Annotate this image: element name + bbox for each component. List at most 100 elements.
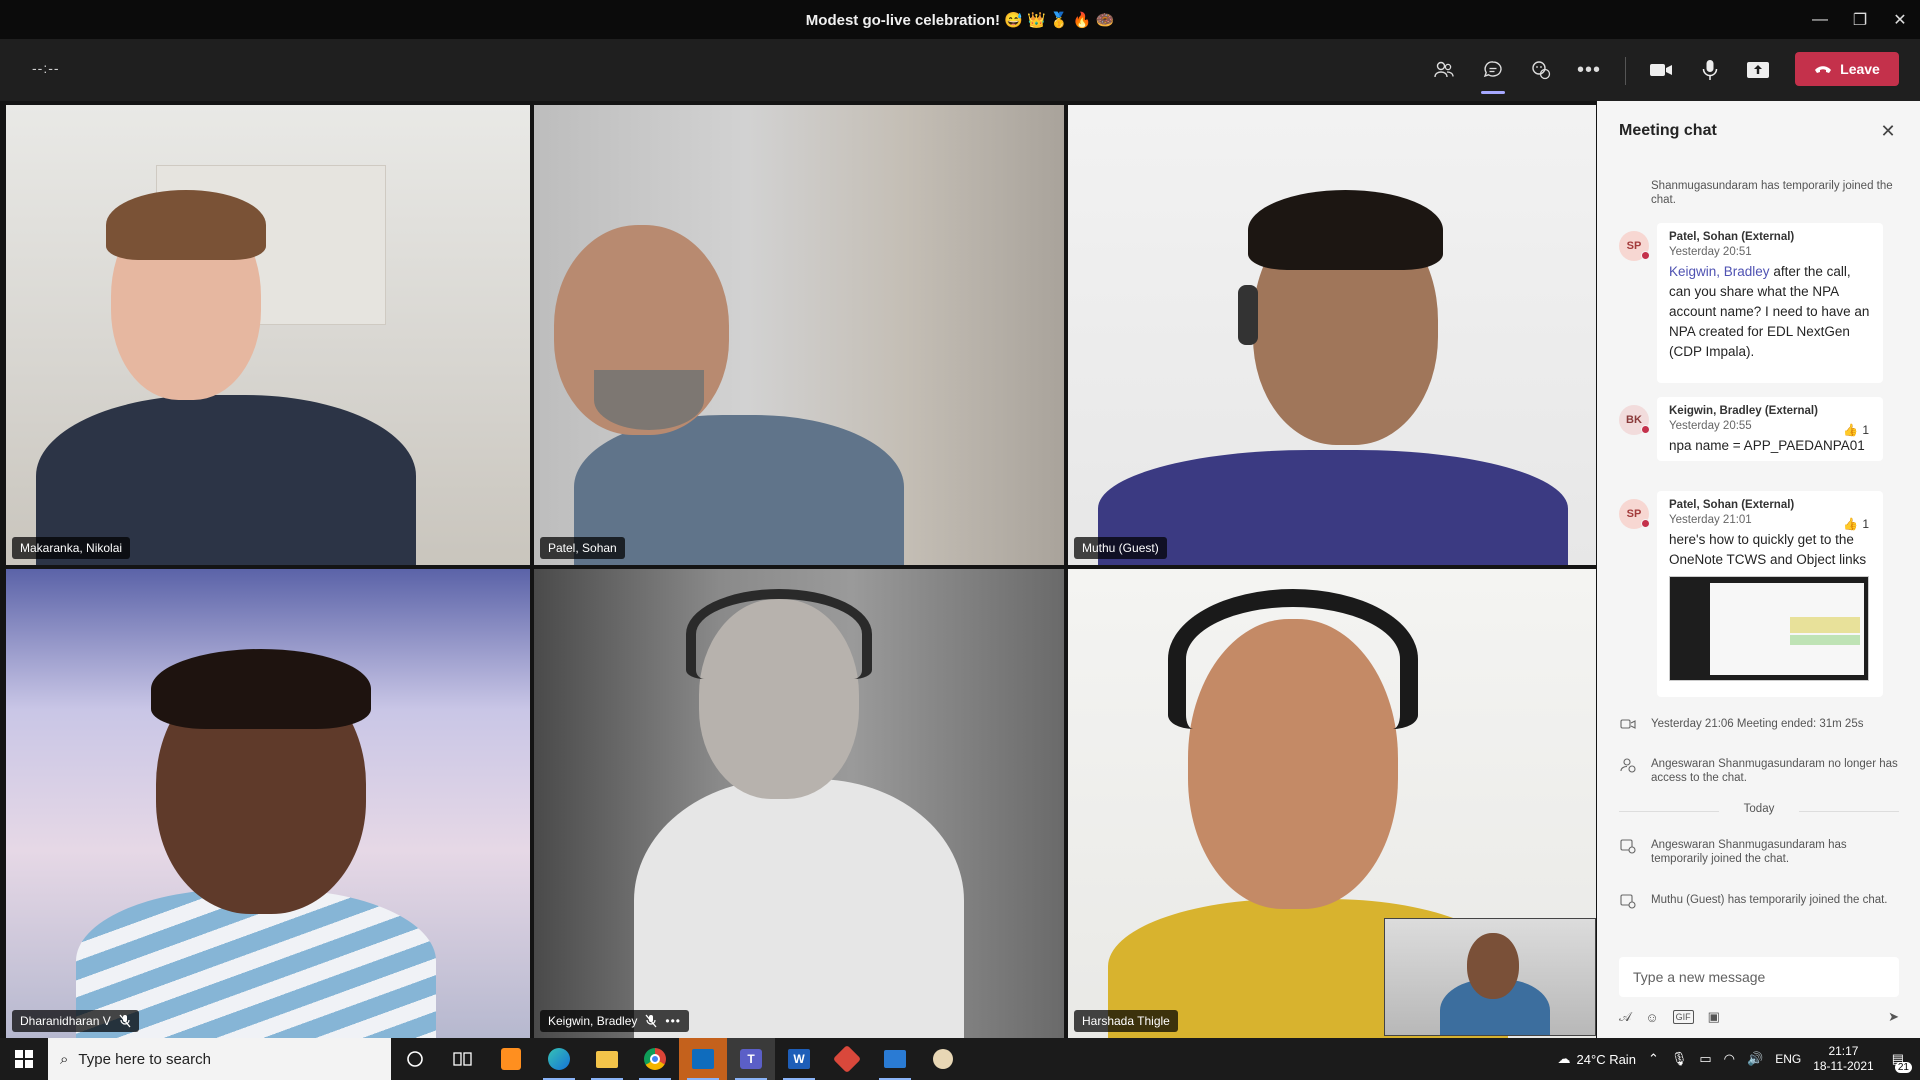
person-hair [1248,190,1443,270]
message-bubble: Patel, Sohan (External) Yesterday 20:51 … [1657,223,1883,383]
sticker-icon[interactable]: ▣ [1708,1009,1720,1025]
input-language[interactable]: ENG [1775,1052,1801,1066]
participant-name: Harshada Thigle [1082,1014,1170,1028]
share-tray-icon [1747,62,1769,78]
chat-toggle-button[interactable] [1475,52,1511,94]
message-author: Patel, Sohan (External) [1669,231,1795,243]
meeting-title: Modest go-live celebration! 😅 👑 🥇 🔥 🍩 [805,11,1115,29]
headphones [1168,589,1418,729]
system-tray: ☁ 24°C Rain ⌃ 🎙 ▭ ◠ 🔊 ENG 21:17 18-11-202… [1558,1038,1920,1080]
outlook-icon[interactable] [679,1038,727,1080]
video-feed [1068,105,1596,565]
send-icon[interactable]: ➤ [1888,1009,1899,1025]
chevron-up-icon[interactable]: ⌃ [1648,1051,1659,1067]
participant-name-tag: Harshada Thigle [1074,1010,1178,1032]
message-time: Yesterday 20:51 [1669,246,1752,258]
cortana-icon[interactable] [391,1038,439,1080]
restore-button[interactable]: ❐ [1840,0,1880,39]
chat-join-icon [1620,894,1636,909]
windows-taskbar: ⌕ Type here to search T W ☁ 24°C Rain ⌃ 🎙… [0,1038,1920,1080]
avatar: BK [1619,405,1650,435]
thumbs-up-icon: 👍 [1843,423,1859,437]
paint-icon[interactable] [919,1038,967,1080]
more-options-icon[interactable]: ••• [665,1014,681,1028]
app-red-icon[interactable] [823,1038,871,1080]
leave-button[interactable]: Leave [1795,52,1899,86]
video-tile-participant-2[interactable]: Patel, Sohan [534,105,1064,565]
task-view-icon[interactable] [439,1038,487,1080]
start-button[interactable] [0,1038,48,1080]
file-explorer-icon[interactable] [583,1038,631,1080]
camera-button[interactable] [1643,52,1679,88]
format-icon[interactable]: 𝒜 [1619,1009,1631,1025]
emoji-icon[interactable]: ☺ [1645,1010,1658,1025]
video-feed [6,569,530,1038]
weather-widget[interactable]: ☁ 24°C Rain [1558,1051,1636,1067]
chrome-icon[interactable] [631,1038,679,1080]
chat-message[interactable]: BK Keigwin, Bradley (External) Yesterday… [1619,397,1903,461]
screenshot-attachment[interactable] [1669,576,1869,681]
word-icon[interactable]: W [775,1038,823,1080]
reaction-count: 1 [1862,423,1869,437]
self-view-preview[interactable] [1384,918,1596,1036]
meeting-toolbar: --:-- ••• Leave [0,39,1920,101]
muted-mic-icon [119,1014,131,1028]
microphone-button[interactable] [1692,52,1728,88]
person-body [634,779,964,1038]
message-body: npa name = APP_PAEDANPA01 [1669,438,1865,453]
close-window-button[interactable]: ✕ [1880,0,1920,39]
wifi-icon[interactable]: ◠ [1724,1051,1735,1067]
chat-message[interactable]: SP Patel, Sohan (External) Yesterday 20:… [1619,223,1903,383]
participants-button[interactable] [1426,52,1462,88]
clock-time: 21:17 [1828,1044,1859,1058]
video-tile-participant-5[interactable]: Keigwin, Bradley ••• [534,569,1064,1038]
rain-cloud-icon: ☁ [1557,1051,1571,1066]
reactions-button[interactable] [1523,52,1559,88]
chat-join-icon [1620,839,1636,854]
message-text: Keigwin, Bradley after the call, can you… [1669,262,1871,362]
volume-icon[interactable]: 🔊 [1747,1051,1763,1067]
rejoined-text: Angeswaran Shanmugasundaram has temporar… [1651,839,1847,865]
like-reaction[interactable]: 👍 1 [1843,517,1869,531]
video-tile-participant-3[interactable]: Muthu (Guest) [1068,105,1596,565]
video-grid: Makaranka, Nikolai Patel, Sohan Muthu (G… [0,101,1597,1038]
video-tile-participant-4[interactable]: Dharanidharan V [6,569,530,1038]
join-icon [1619,179,1637,207]
headset [1238,285,1258,345]
person-head [1467,933,1519,999]
mention-link[interactable]: Keigwin, Bradley [1669,264,1770,279]
participant-name: Makaranka, Nikolai [20,541,123,555]
notifications-button[interactable]: ▤ 21 [1886,1051,1912,1073]
external-status-dot [1641,251,1650,260]
edge-icon[interactable] [535,1038,583,1080]
system-message: Angeswaran Shanmugasundaram has temporar… [1619,838,1899,866]
participant-name: Dharanidharan V [20,1014,111,1028]
video-tile-participant-1[interactable]: Makaranka, Nikolai [6,105,530,565]
person-hair [106,190,266,260]
minimize-button[interactable]: — [1800,0,1840,39]
share-screen-button[interactable] [1740,52,1776,88]
chat-message[interactable]: SP Patel, Sohan (External) Yesterday 21:… [1619,491,1903,697]
taskbar-search-box[interactable]: ⌕ Type here to search [48,1038,391,1080]
teams-icon[interactable]: T [727,1038,775,1080]
leave-label: Leave [1840,61,1880,77]
today-label: Today [1743,803,1775,815]
like-reaction[interactable]: 👍 1 [1843,423,1869,437]
message-compose-box[interactable]: Type a new message [1619,957,1899,997]
date-divider: Today [1619,803,1899,819]
photos-icon[interactable] [871,1038,919,1080]
participant-name-tag: Makaranka, Nikolai [12,537,131,559]
guest-joined-text: Muthu (Guest) has temporarily joined the… [1651,894,1888,906]
taskbar-clock[interactable]: 21:17 18-11-2021 [1813,1044,1874,1074]
microphone-icon [1702,60,1718,80]
close-chat-button[interactable]: ✕ [1878,121,1898,141]
weather-text: 24°C Rain [1576,1051,1636,1067]
avatar: SP [1619,231,1650,261]
sublime-icon[interactable] [487,1038,535,1080]
clock-date: 18-11-2021 [1813,1059,1874,1073]
chat-message-list[interactable]: Shanmugasundaram has temporarily joined … [1597,161,1920,951]
microphone-tray-icon[interactable]: 🎙 [1671,1051,1688,1067]
battery-icon[interactable]: ▭ [1699,1051,1711,1067]
gif-icon[interactable]: GIF [1672,1010,1694,1024]
more-actions-button[interactable]: ••• [1571,52,1607,88]
